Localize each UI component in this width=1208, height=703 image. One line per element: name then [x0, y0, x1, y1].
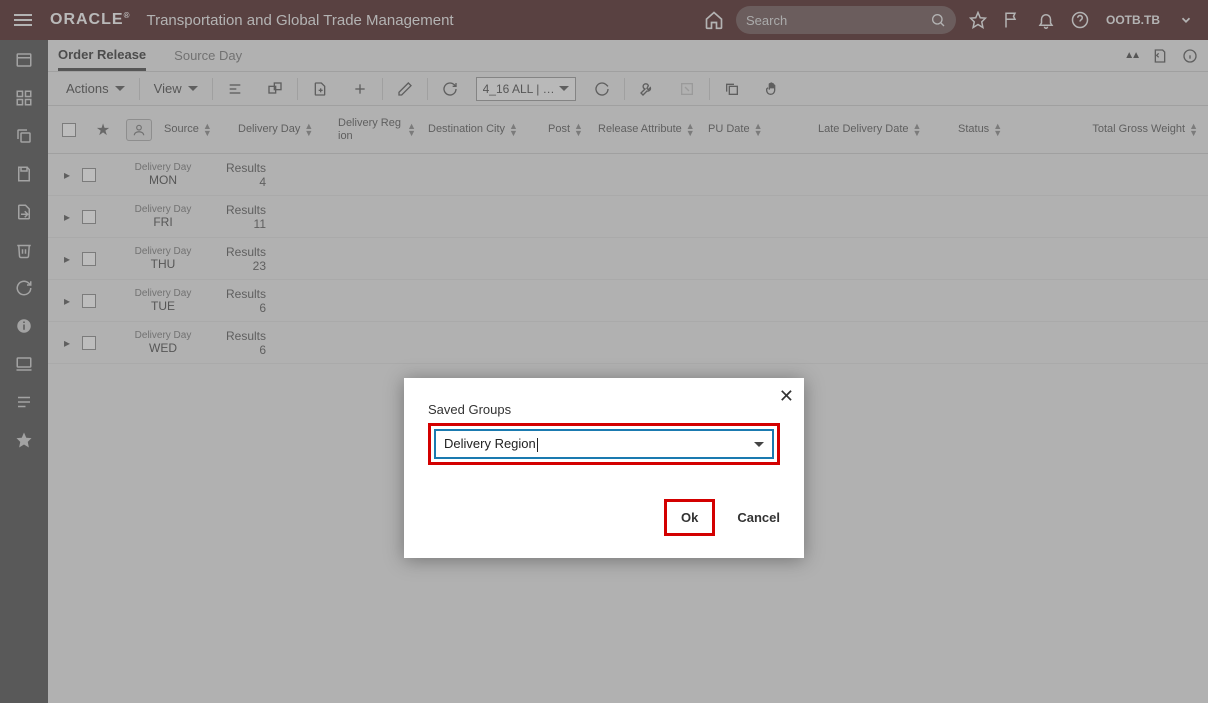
highlight-frame: Delivery Region [428, 423, 780, 465]
combobox-value: Delivery Region [444, 436, 538, 452]
dialog-title: Saved Groups [428, 402, 780, 417]
close-icon[interactable]: ✕ [779, 386, 794, 407]
chevron-down-icon[interactable] [754, 442, 764, 447]
cancel-button[interactable]: Cancel [737, 510, 780, 525]
modal-overlay [0, 0, 1208, 703]
highlight-frame: Ok [664, 499, 715, 536]
ok-button[interactable]: Ok [671, 506, 708, 529]
saved-groups-dialog: ✕ Saved Groups Delivery Region Ok Cancel [404, 378, 804, 558]
saved-groups-combobox[interactable]: Delivery Region [434, 429, 774, 459]
